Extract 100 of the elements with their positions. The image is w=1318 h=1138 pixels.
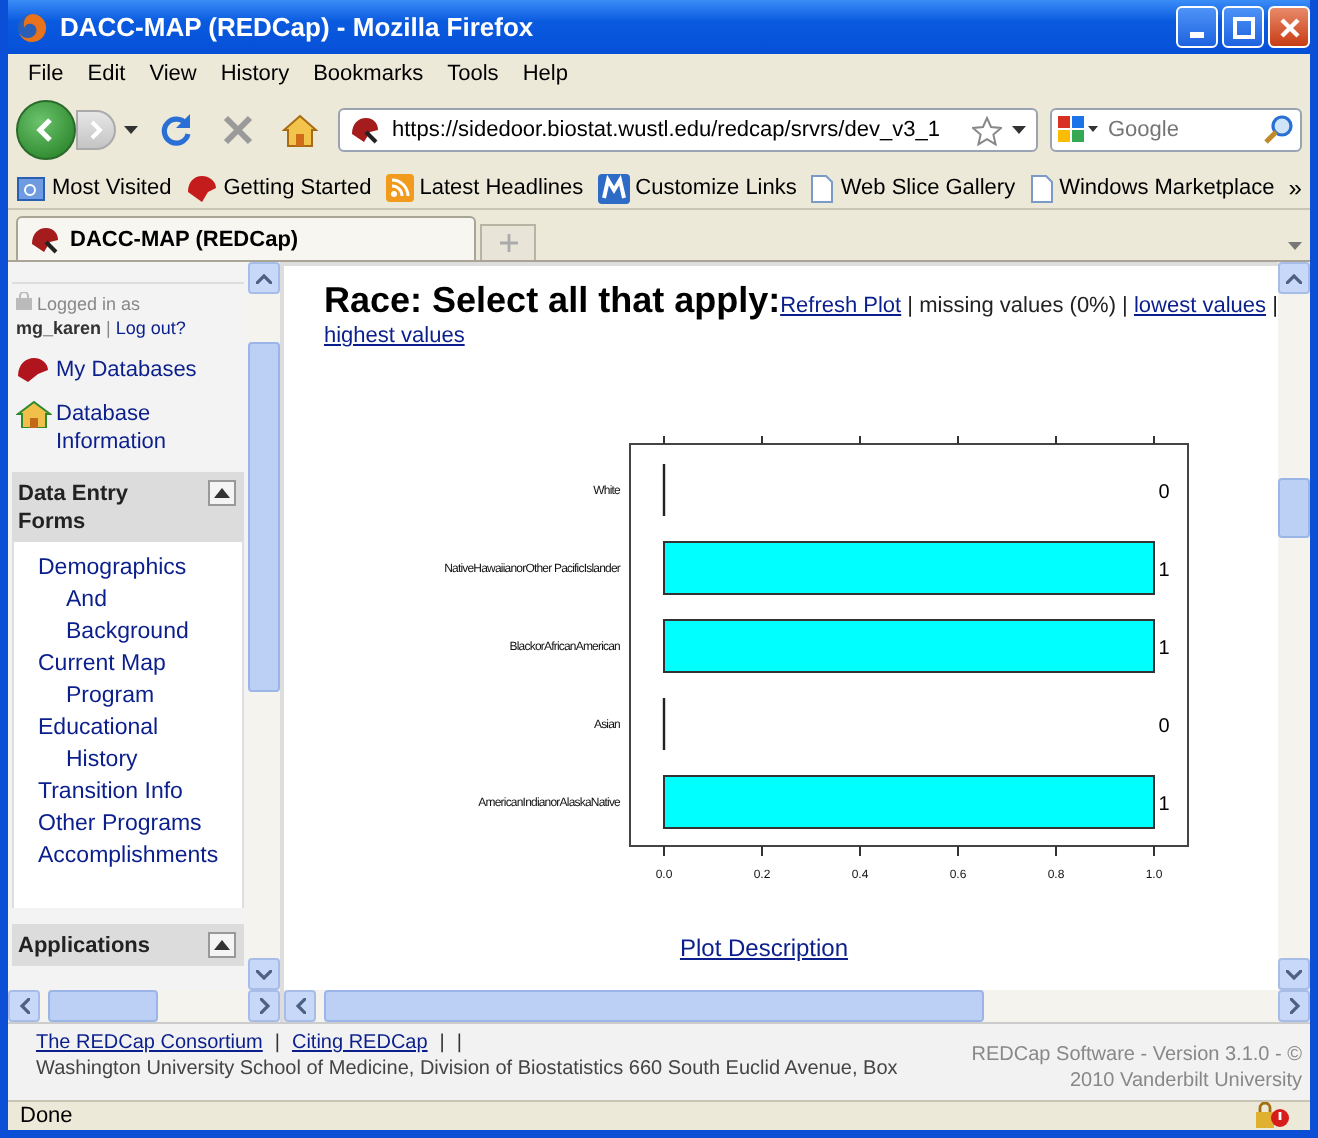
- scroll-thumb[interactable]: [324, 990, 984, 1022]
- house-icon: [16, 400, 52, 428]
- tile-icon: [597, 173, 630, 203]
- reload-icon[interactable]: [158, 112, 194, 148]
- bookmarks-overflow-button[interactable]: »: [1288, 174, 1306, 202]
- scroll-thumb[interactable]: [48, 990, 158, 1022]
- plot-description-link[interactable]: Plot Description: [679, 934, 849, 962]
- star-icon[interactable]: [972, 115, 1002, 145]
- caret-icon: [214, 488, 230, 498]
- plot-option-link[interactable]: lowest values: [1133, 294, 1267, 318]
- search-field[interactable]: Google: [1050, 108, 1302, 152]
- menu-item[interactable]: History: [208, 57, 302, 89]
- arrow-down-icon[interactable]: [256, 969, 272, 979]
- status-text: Done: [20, 1104, 73, 1128]
- sidebar-link[interactable]: Database Information: [56, 400, 244, 456]
- bookmark-item[interactable]: Getting Started: [185, 174, 372, 202]
- home-icon[interactable]: [282, 113, 318, 147]
- collapse-button[interactable]: [208, 480, 236, 506]
- scroll-thumb[interactable]: [1278, 478, 1310, 538]
- folder-icon: [16, 174, 46, 202]
- form-link[interactable]: Accomplishments: [38, 840, 226, 872]
- bookmark-item[interactable]: Customize Links: [597, 173, 797, 203]
- menu-item[interactable]: Bookmarks: [301, 57, 436, 89]
- arrow-left-icon[interactable]: [19, 998, 29, 1014]
- form-link[interactable]: Educational History: [38, 712, 226, 776]
- arrow-right-icon[interactable]: [1289, 998, 1299, 1014]
- bookmark-item[interactable]: Latest Headlines: [385, 174, 584, 202]
- arrow-up-icon[interactable]: [256, 273, 272, 283]
- logout-link[interactable]: Log out?: [115, 318, 186, 338]
- arrow-down-icon[interactable]: [1286, 969, 1302, 979]
- menu-item[interactable]: Tools: [435, 57, 511, 89]
- history-dropdown-icon[interactable]: [124, 126, 138, 134]
- arrow-up-icon[interactable]: [1286, 273, 1302, 283]
- footer-link[interactable]: Citing REDCap: [291, 1030, 428, 1056]
- address-field[interactable]: https://sidedoor.biostat.wustl.edu/redcap/srvrs/dev_v3_1: [338, 108, 1038, 152]
- data-label: 0: [1158, 482, 1170, 504]
- close-button[interactable]: [1268, 6, 1310, 48]
- caret-icon: [214, 940, 230, 950]
- security-warning-icon: [1254, 1102, 1290, 1130]
- plus-icon: [499, 234, 517, 252]
- data-label: 0: [1158, 716, 1170, 738]
- scroll-thumb[interactable]: [248, 342, 280, 692]
- data-label: 1: [1158, 560, 1170, 582]
- collapse-button[interactable]: [208, 932, 236, 958]
- footer-address: Washington University School of Medicine, Division of Biostatistics 660 South Euclid Avenue, Box: [36, 1056, 900, 1082]
- scrollbar[interactable]: [248, 262, 280, 990]
- question-heading: Race: Select all that apply:: [324, 280, 781, 320]
- option-separator-text: |: [1272, 294, 1278, 318]
- version-text: REDCap Software - Version 3.1.0 - ©: [971, 1042, 1302, 1068]
- menu-item[interactable]: View: [137, 57, 209, 89]
- form-link[interactable]: Demographics And Background: [38, 552, 226, 648]
- plot-option-link[interactable]: highest values: [324, 324, 465, 348]
- version-text: 2010 Vanderbilt University: [1068, 1068, 1302, 1094]
- menu-item[interactable]: Help: [510, 57, 580, 89]
- maximize-icon: [1231, 15, 1255, 39]
- separator: |: [439, 1030, 445, 1056]
- menu-item[interactable]: File: [16, 57, 76, 89]
- logged-in-label: Logged in as: [37, 294, 141, 314]
- maximize-button[interactable]: [1222, 6, 1264, 48]
- minimize-icon: [1190, 31, 1204, 37]
- site-icon: [30, 225, 62, 253]
- minimize-button[interactable]: [1176, 6, 1218, 48]
- stop-icon[interactable]: [222, 114, 254, 146]
- section-header[interactable]: Applications: [12, 924, 244, 966]
- menu-item[interactable]: Edit: [75, 57, 138, 89]
- bookmark-item[interactable]: Web Slice Gallery: [810, 173, 1016, 203]
- scrollbar[interactable]: [8, 990, 280, 1022]
- footer-link[interactable]: The REDCap Consortium: [36, 1030, 263, 1056]
- window-title: DACC-MAP (REDCap) - Mozilla Firefox: [60, 12, 536, 42]
- scrollbar[interactable]: [284, 990, 1310, 1022]
- separator: |: [456, 1030, 463, 1056]
- arrow-right-icon[interactable]: [259, 998, 269, 1014]
- search-icon[interactable]: [1264, 114, 1294, 144]
- back-button[interactable]: [16, 100, 76, 160]
- sidebar-link[interactable]: My Databases: [56, 356, 244, 384]
- bookmark-item[interactable]: Windows Marketplace: [1029, 173, 1275, 203]
- scrollbar[interactable]: [1278, 262, 1310, 990]
- dropdown-icon[interactable]: [1012, 126, 1026, 134]
- arrow-left-icon[interactable]: [295, 998, 305, 1014]
- creature-icon: [185, 174, 218, 202]
- separator: |: [106, 318, 111, 338]
- section-header[interactable]: Data Entry Forms: [12, 472, 244, 542]
- firefox-logo-icon: [16, 11, 48, 43]
- close-icon: [1277, 15, 1301, 39]
- caret-icon: [1287, 241, 1301, 249]
- rss-icon: [385, 174, 414, 202]
- form-link[interactable]: Transition Info: [38, 776, 226, 808]
- cap-icon: [16, 356, 52, 384]
- lock-icon: [16, 292, 32, 310]
- option-separator-text: | missing values (0%) |: [907, 294, 1128, 318]
- username: mg_karen: [16, 318, 102, 338]
- browser-tab[interactable]: DACC-MAP (REDCap): [16, 216, 476, 260]
- plot-option-link[interactable]: Refresh Plot: [780, 294, 902, 318]
- bookmark-item[interactable]: Most Visited: [16, 174, 172, 202]
- site-icon: [350, 116, 382, 144]
- page-icon: [1029, 173, 1054, 203]
- form-link[interactable]: Current Map Program: [38, 648, 226, 712]
- separator: |: [274, 1030, 280, 1056]
- form-link[interactable]: Other Programs: [38, 808, 226, 840]
- search-engine-icon[interactable]: [1056, 114, 1100, 146]
